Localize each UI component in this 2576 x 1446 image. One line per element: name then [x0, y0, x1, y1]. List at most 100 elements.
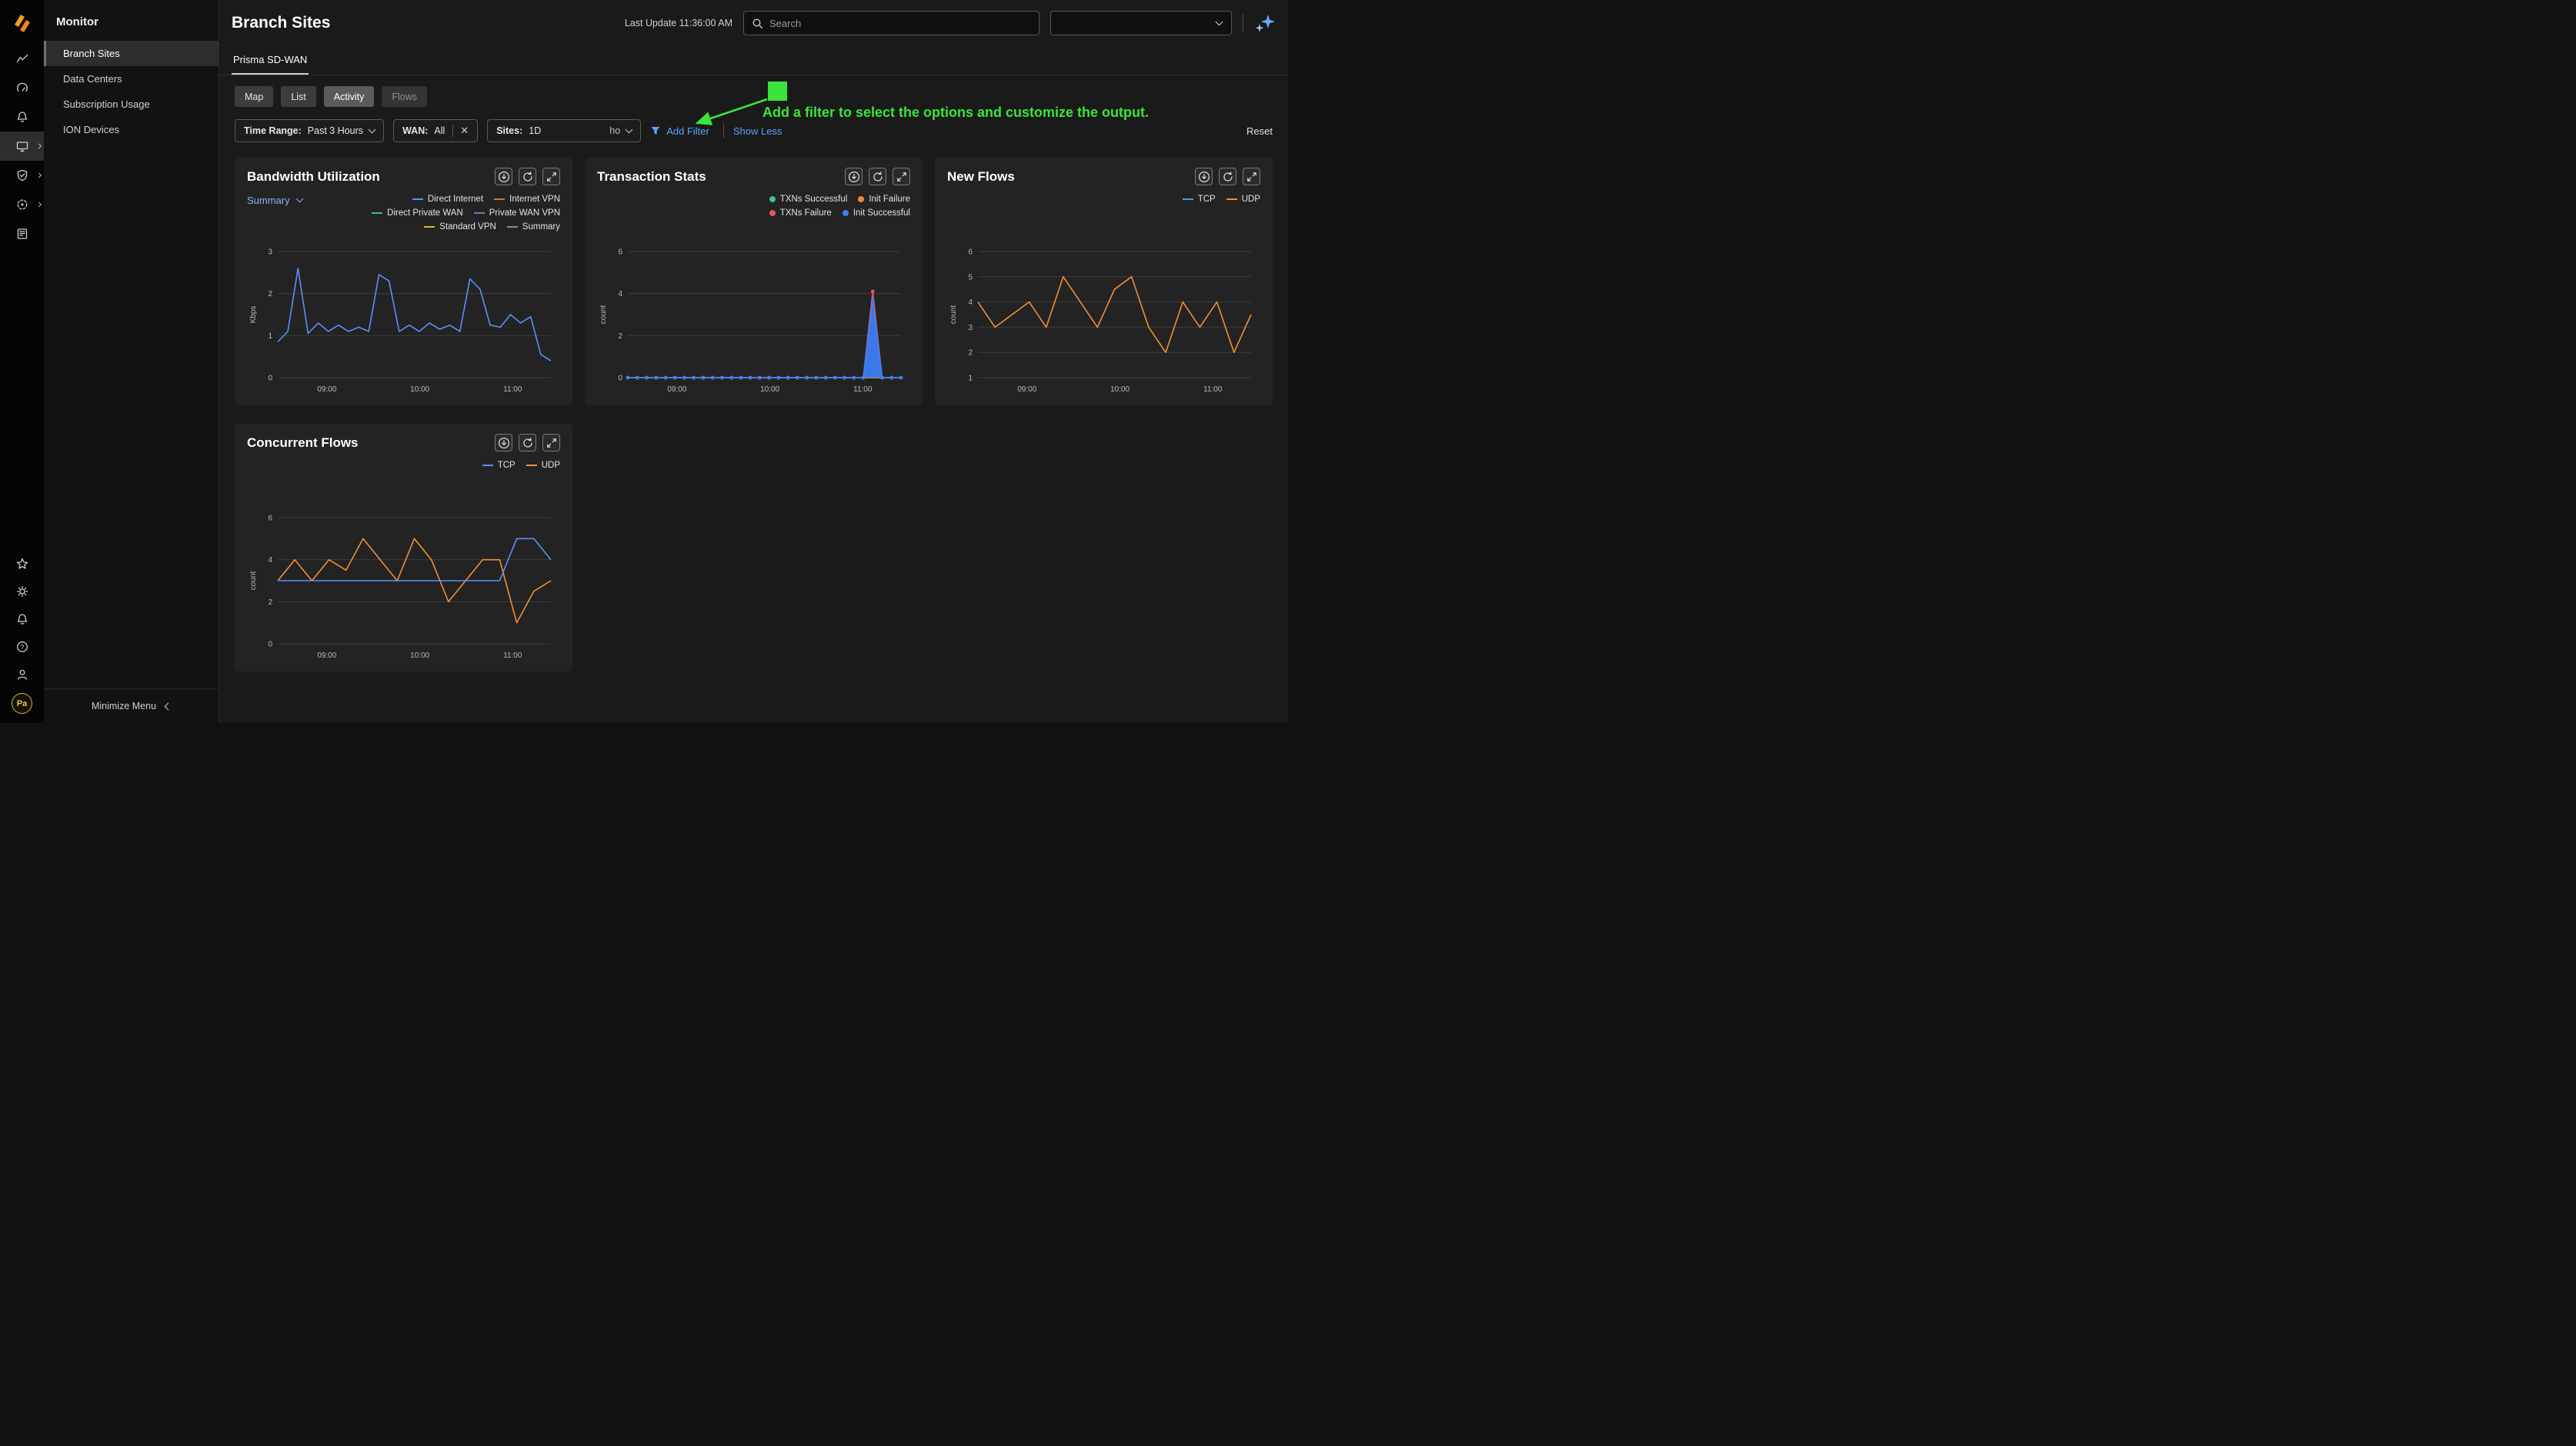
filter-divider — [723, 123, 724, 138]
legend-marker — [769, 210, 776, 216]
legend-marker — [494, 198, 505, 200]
add-filter-button[interactable]: Add Filter — [650, 125, 709, 137]
legend-marker — [482, 465, 493, 466]
legend-label: UDP — [542, 461, 560, 470]
sites-filter[interactable]: Sites: 1D ho — [487, 119, 641, 142]
expand-button[interactable] — [542, 434, 560, 451]
legend-item[interactable]: Direct Internet — [412, 195, 483, 204]
legend-item[interactable]: TCP — [1183, 195, 1216, 204]
sidebar-item-subscription-usage[interactable]: Subscription Usage — [44, 92, 219, 117]
reset-button[interactable]: Reset — [1246, 125, 1273, 137]
rail-alarms-bell-icon[interactable] — [0, 102, 44, 132]
bandwidth-chart: 012309:0010:0011:00Kbps — [247, 244, 560, 398]
rail-analytics-icon[interactable] — [0, 44, 44, 73]
legend-item[interactable]: TCP — [482, 461, 516, 470]
rail-reports-icon[interactable] — [0, 219, 44, 248]
legend-item[interactable]: Direct Private WAN — [372, 208, 463, 218]
legend-label: Init Successful — [853, 208, 910, 218]
flows-view-button[interactable]: Flows — [382, 86, 427, 107]
legend-label: Direct Private WAN — [387, 208, 463, 218]
svg-text:10:00: 10:00 — [410, 385, 429, 394]
activity-view-button[interactable]: Activity — [324, 86, 375, 107]
svg-text:count: count — [249, 571, 258, 591]
chevron-down-icon — [1216, 18, 1223, 25]
notifications-bell-icon[interactable] — [0, 605, 44, 633]
legend-marker — [843, 210, 849, 216]
minimize-menu-button[interactable]: Minimize Menu — [44, 688, 219, 723]
svg-text:10:00: 10:00 — [760, 385, 779, 394]
palo-alto-logo[interactable] — [0, 0, 44, 44]
sidebar-item-ion-devices[interactable]: ION Devices — [44, 117, 219, 142]
legend-item[interactable]: TXNs Failure — [769, 208, 832, 218]
list-view-button[interactable]: List — [281, 86, 315, 107]
download-button[interactable] — [495, 168, 512, 185]
expand-button[interactable] — [1243, 168, 1260, 185]
legend-item[interactable]: Summary — [507, 222, 560, 232]
expand-button[interactable] — [893, 168, 910, 185]
map-view-button[interactable]: Map — [235, 86, 273, 107]
wan-filter[interactable]: WAN: All ✕ — [393, 119, 478, 142]
chevron-down-icon — [626, 125, 633, 133]
page-title: Branch Sites — [232, 14, 330, 32]
refresh-button[interactable] — [519, 434, 536, 451]
legend-marker — [769, 196, 776, 202]
svg-text:09:00: 09:00 — [317, 385, 336, 394]
sidebar-item-data-centers[interactable]: Data Centers — [44, 66, 219, 92]
copilot-sparkle-icon[interactable] — [1254, 12, 1276, 34]
download-button[interactable] — [845, 168, 863, 185]
remove-wan-filter-icon[interactable]: ✕ — [452, 125, 469, 137]
legend-item[interactable]: UDP — [526, 461, 560, 470]
card-title: Bandwidth Utilization — [247, 169, 380, 185]
rail-monitor-icon[interactable] — [0, 132, 44, 161]
rail-dashboard-gauge-icon[interactable] — [0, 73, 44, 102]
monitor-sidebar: Monitor Branch Sites Data Centers Subscr… — [44, 0, 219, 723]
collapse-chevron-icon — [165, 702, 172, 710]
favorites-star-icon[interactable] — [0, 550, 44, 578]
legend-marker — [372, 212, 382, 214]
legend-label: Internet VPN — [509, 195, 560, 204]
user-icon[interactable] — [0, 661, 44, 688]
search-input[interactable] — [769, 18, 1031, 29]
refresh-button[interactable] — [519, 168, 536, 185]
expand-button[interactable] — [542, 168, 560, 185]
help-icon[interactable]: ? — [0, 633, 44, 661]
svg-text:count: count — [949, 305, 958, 325]
rail-incidents-icon[interactable] — [0, 190, 44, 219]
settings-gear-icon[interactable] — [0, 578, 44, 605]
show-less-button[interactable]: Show Less — [733, 125, 782, 137]
search-box — [743, 11, 1039, 35]
refresh-button[interactable] — [869, 168, 886, 185]
legend-item[interactable]: Standard VPN — [424, 222, 496, 232]
legend-item[interactable]: Private WAN VPN — [474, 208, 560, 218]
sidebar-item-branch-sites[interactable]: Branch Sites — [44, 41, 219, 66]
chevron-down-icon — [369, 125, 376, 133]
sidebar-title: Monitor — [44, 0, 219, 41]
legend-item[interactable]: TXNs Successful — [769, 195, 848, 204]
refresh-button[interactable] — [1219, 168, 1236, 185]
legend-item[interactable]: Internet VPN — [494, 195, 560, 204]
tab-prisma-sd-wan[interactable]: Prisma SD-WAN — [232, 46, 309, 75]
download-button[interactable] — [495, 434, 512, 451]
rail-security-shield-icon[interactable] — [0, 161, 44, 190]
svg-text:11:00: 11:00 — [1203, 385, 1223, 394]
legend-item[interactable]: Init Failure — [858, 195, 910, 204]
legend-label: TXNs Successful — [780, 195, 848, 204]
svg-text:count: count — [599, 305, 608, 325]
sites-label: Sites: — [496, 125, 522, 136]
time-range-filter[interactable]: Time Range: Past 3 Hours — [235, 119, 384, 142]
legend-label: Private WAN VPN — [489, 208, 560, 218]
chart-legend: TXNs Successful Init Failure TXNs Failure I… — [733, 195, 910, 218]
show-less-label: Show Less — [733, 125, 782, 137]
context-select[interactable] — [1050, 11, 1232, 35]
legend-label: UDP — [1242, 195, 1260, 204]
legend-item[interactable]: Init Successful — [843, 208, 910, 218]
rail-monitor-expand-chevron — [36, 143, 42, 148]
legend-marker — [474, 212, 485, 214]
rail-incidents-expand-chevron — [36, 202, 42, 207]
download-button[interactable] — [1195, 168, 1213, 185]
summary-selector[interactable]: Summary — [247, 195, 302, 206]
user-avatar[interactable]: Pa — [12, 693, 32, 714]
legend-item[interactable]: UDP — [1226, 195, 1260, 204]
summary-selector-value: Summary — [247, 195, 290, 206]
svg-text:10:00: 10:00 — [1110, 385, 1130, 394]
